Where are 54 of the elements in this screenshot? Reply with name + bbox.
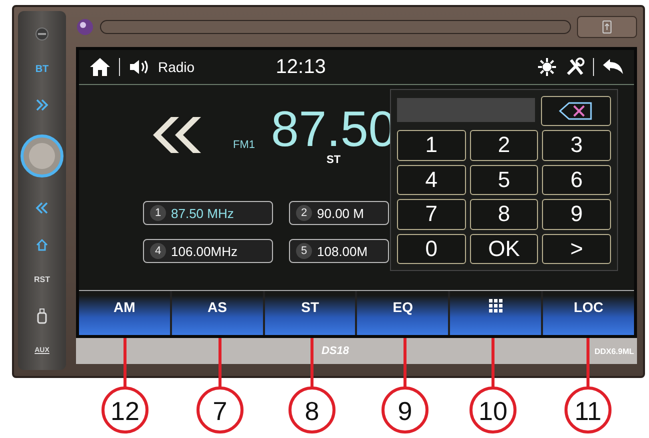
eject-icon[interactable] bbox=[35, 26, 49, 41]
back-icon[interactable] bbox=[602, 58, 624, 76]
side-label[interactable]: RST bbox=[34, 275, 50, 284]
band-label: FM1 bbox=[233, 139, 255, 151]
preset-frequency: 108.00M bbox=[317, 244, 368, 258]
model-label: DDX6.9ML bbox=[594, 346, 634, 356]
keypad-key[interactable]: 5 bbox=[470, 164, 538, 195]
usb-icon[interactable] bbox=[36, 308, 48, 324]
preset-number: 2 bbox=[296, 205, 312, 221]
preset-button[interactable]: 5 108.00M bbox=[289, 239, 389, 263]
function-button[interactable]: ST bbox=[264, 291, 356, 335]
keypad-button[interactable] bbox=[450, 291, 542, 335]
keypad-key[interactable]: OK bbox=[470, 234, 538, 264]
speaker-icon[interactable] bbox=[128, 58, 150, 76]
function-button[interactable]: LOC bbox=[543, 291, 634, 335]
preset-frequency: 90.00 M bbox=[317, 206, 364, 220]
preset-button[interactable]: 2 90.00 M bbox=[289, 201, 389, 225]
function-button[interactable]: EQ bbox=[357, 291, 448, 335]
preset-number: 5 bbox=[296, 243, 312, 259]
brand-logo: DS18 bbox=[320, 345, 350, 357]
home-icon[interactable] bbox=[89, 57, 111, 77]
preset-button[interactable]: 4 106.00MHz bbox=[143, 239, 273, 263]
screen-title: Radio bbox=[158, 59, 195, 75]
volume-knob[interactable] bbox=[20, 134, 64, 178]
preset-frequency: 106.00MHz bbox=[171, 244, 238, 258]
stereo-indicator: ST bbox=[326, 154, 341, 166]
keypad-key[interactable]: 1 bbox=[397, 130, 466, 160]
preset-number: 4 bbox=[150, 243, 166, 259]
preset-button[interactable]: 1 87.50 MHz bbox=[143, 201, 273, 225]
keypad-key[interactable]: 9 bbox=[542, 199, 611, 230]
settings-icon[interactable] bbox=[565, 57, 585, 77]
keypad-key[interactable]: 0 bbox=[397, 234, 466, 264]
number-input-field[interactable] bbox=[397, 98, 535, 122]
double-chevron-left-icon[interactable] bbox=[35, 202, 49, 214]
power-led-icon[interactable] bbox=[76, 18, 94, 36]
keypad-key[interactable]: 7 bbox=[397, 199, 466, 230]
backspace-button[interactable] bbox=[541, 96, 611, 126]
preset-frequency: 87.50 MHz bbox=[171, 206, 234, 220]
keypad-key[interactable]: 3 bbox=[542, 130, 611, 160]
function-button[interactable]: AM bbox=[79, 291, 170, 335]
clock-text: 12:13 bbox=[274, 56, 327, 78]
double-chevron-right-icon[interactable] bbox=[35, 98, 49, 111]
card-slot-button[interactable] bbox=[577, 16, 637, 38]
delete-icon[interactable] bbox=[559, 101, 593, 121]
grid-icon[interactable] bbox=[488, 299, 503, 313]
keypad-key[interactable]: 4 bbox=[397, 164, 466, 195]
keypad-key[interactable]: 2 bbox=[470, 130, 538, 160]
keypad-key[interactable]: 6 bbox=[542, 164, 611, 195]
card-icon[interactable] bbox=[602, 20, 612, 34]
function-button[interactable]: AS bbox=[172, 291, 263, 335]
keypad-key[interactable]: 8 bbox=[470, 199, 538, 230]
preset-number: 1 bbox=[150, 205, 166, 221]
brightness-icon[interactable] bbox=[537, 57, 557, 77]
keypad-key[interactable]: > bbox=[542, 234, 611, 264]
